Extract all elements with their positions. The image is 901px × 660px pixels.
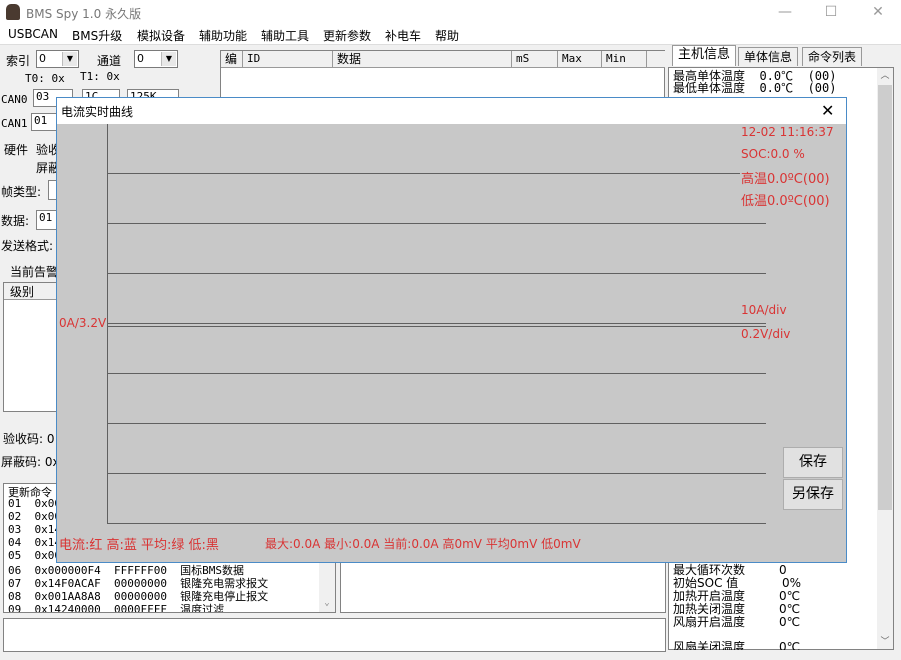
grid-line — [107, 423, 766, 424]
menu-update-params[interactable]: 更新参数 — [323, 27, 371, 44]
tab-host-info[interactable]: 主机信息 — [672, 45, 737, 66]
index-value: 0 — [39, 52, 46, 65]
tab-command-list[interactable]: 命令列表 — [802, 47, 863, 66]
info-key: 风扇关闭温度 — [673, 641, 746, 650]
minimize-button[interactable]: — — [762, 0, 808, 25]
col-header-min[interactable]: Min — [602, 51, 647, 68]
col-header-data[interactable]: 数据 — [333, 51, 512, 68]
tab-cell-info[interactable]: 单体信息 — [738, 47, 799, 66]
t0-label: T0: 0x — [25, 72, 65, 85]
legend: 电流:红 高:蓝 平均:绿 低:黑 — [59, 538, 219, 553]
channel-value: 0 — [137, 52, 144, 65]
save-button[interactable]: 保存 — [783, 447, 843, 478]
grid-line — [107, 473, 766, 474]
mask-code: 屏蔽码: 0x — [1, 455, 60, 469]
data-label: 数据: — [1, 214, 30, 228]
menu-aux-tools[interactable]: 辅助工具 — [261, 27, 309, 44]
close-button[interactable]: ✕ — [855, 0, 901, 25]
menu-charger[interactable]: 补电车 — [385, 27, 421, 44]
save-as-button[interactable]: 另保存 — [783, 479, 843, 510]
menu-bms-upgrade[interactable]: BMS升级 — [72, 27, 122, 44]
scrollbar-thumb[interactable] — [878, 85, 892, 510]
soc-readout: SOC:0.0 % — [741, 147, 805, 161]
dialog-title: 电流实时曲线 — [61, 105, 134, 119]
dialog-title-bar: 电流实时曲线 ✕ — [57, 98, 846, 124]
info-key: 加热关闭温度 — [673, 602, 746, 616]
grid-line — [107, 173, 740, 174]
timestamp: 12-02 11:16:37 — [741, 125, 834, 139]
title-bar: BMS Spy 1.0 永久版 — ☐ ✕ — [0, 0, 901, 25]
grid-line — [107, 523, 766, 524]
col-header-id[interactable]: ID — [243, 51, 333, 68]
col-header-no[interactable]: 编 — [221, 51, 243, 68]
grid-line — [107, 273, 766, 274]
scroll-down-icon[interactable]: ﹀ — [877, 634, 893, 647]
list-item[interactable]: 05 0x00 — [8, 549, 61, 562]
t1-label: T1: 0x — [80, 70, 120, 83]
info-value: 0 — [779, 563, 787, 577]
y-origin-label: 0A/3.2V — [59, 316, 107, 330]
list-item[interactable]: 03 0x14 — [8, 523, 61, 536]
stats-readout: 最大:0.0A 最小:0.0A 当前:0.0A 高0mV 平均0mV 低0mV — [265, 537, 581, 551]
info-value: 0% — [782, 576, 802, 590]
send-format-label: 发送格式: — [1, 239, 54, 253]
message-panel — [340, 560, 666, 613]
index-label: 索引 — [6, 54, 31, 68]
verify-code: 验收码: 0 — [3, 432, 55, 446]
chevron-down-icon: ▼ — [62, 52, 77, 66]
grid-line — [107, 223, 766, 224]
info-key: 最大循环次数 — [673, 563, 746, 577]
low-temp-readout: 低温0.0ºC(00) — [741, 194, 830, 209]
message-table[interactable]: 编 ID 数据 mS Max Min — [220, 50, 665, 100]
current-curve-dialog: 电流实时曲线 ✕ 12-02 11:16:37 SOC:0.0 % 高温0.0º… — [56, 97, 847, 563]
level-header: 级别 — [4, 283, 62, 300]
channel-select[interactable]: 0 ▼ — [134, 50, 178, 68]
list-item[interactable]: 04 0x14 — [8, 536, 61, 549]
col-header-max[interactable]: Max — [558, 51, 602, 68]
info-key: 风扇开启温度 — [673, 615, 746, 629]
current-scale: 10A/div — [741, 303, 787, 317]
menu-bar: USBCAN BMS升级 模拟设备 辅助功能 辅助工具 更新参数 补电车 帮助 — [0, 25, 901, 45]
scrollbar[interactable]: ︿ ﹀ — [877, 68, 893, 649]
info-key: 加热开启温度 — [673, 589, 746, 603]
scroll-up-icon[interactable]: ︿ — [877, 68, 893, 81]
grid-line — [107, 326, 766, 327]
chevron-down-icon: ▼ — [161, 52, 176, 66]
grid-line — [107, 323, 766, 324]
send-input[interactable] — [3, 618, 666, 652]
min-cell-temp: 最低单体温度 0.0℃ (00) — [673, 81, 837, 95]
y-axis — [107, 124, 108, 524]
can0-label: CAN0 — [1, 93, 28, 106]
can1-label: CAN1 — [1, 117, 28, 130]
list-item[interactable]: 09 0x14240000 0000FFFF 温度过滤 — [8, 601, 224, 612]
tab-current-alarm[interactable]: 当前告警 — [10, 263, 58, 280]
channel-label: 通道 — [97, 54, 122, 68]
voltage-scale: 0.2V/div — [741, 327, 791, 341]
app-icon — [6, 4, 20, 20]
hardware-label: 硬件 — [4, 143, 29, 157]
info-value: 0℃ — [779, 615, 801, 629]
dialog-close-icon[interactable]: ✕ — [821, 101, 834, 120]
info-value: 0℃ — [779, 641, 801, 650]
info-key: 初始SOC 值 — [673, 576, 739, 590]
maximize-button[interactable]: ☐ — [808, 0, 854, 25]
info-value: 0℃ — [779, 589, 801, 603]
menu-aux-function[interactable]: 辅助功能 — [199, 27, 247, 44]
list-item[interactable]: 01 0x00 — [8, 497, 61, 510]
alarm-list[interactable]: 级别 — [3, 282, 63, 412]
col-header-ms[interactable]: mS — [512, 51, 558, 68]
menu-simulate[interactable]: 模拟设备 — [137, 27, 185, 44]
info-value: 0℃ — [779, 602, 801, 616]
menu-help[interactable]: 帮助 — [435, 27, 459, 44]
window-title: BMS Spy 1.0 永久版 — [26, 7, 142, 21]
list-item[interactable]: 02 0x00 — [8, 510, 61, 523]
grid-line — [107, 373, 766, 374]
high-temp-readout: 高温0.0ºC(00) — [741, 172, 830, 187]
frame-type-label: 帧类型: — [1, 185, 42, 199]
index-select[interactable]: 0 ▼ — [36, 50, 79, 68]
menu-usbcan[interactable]: USBCAN — [8, 27, 58, 41]
